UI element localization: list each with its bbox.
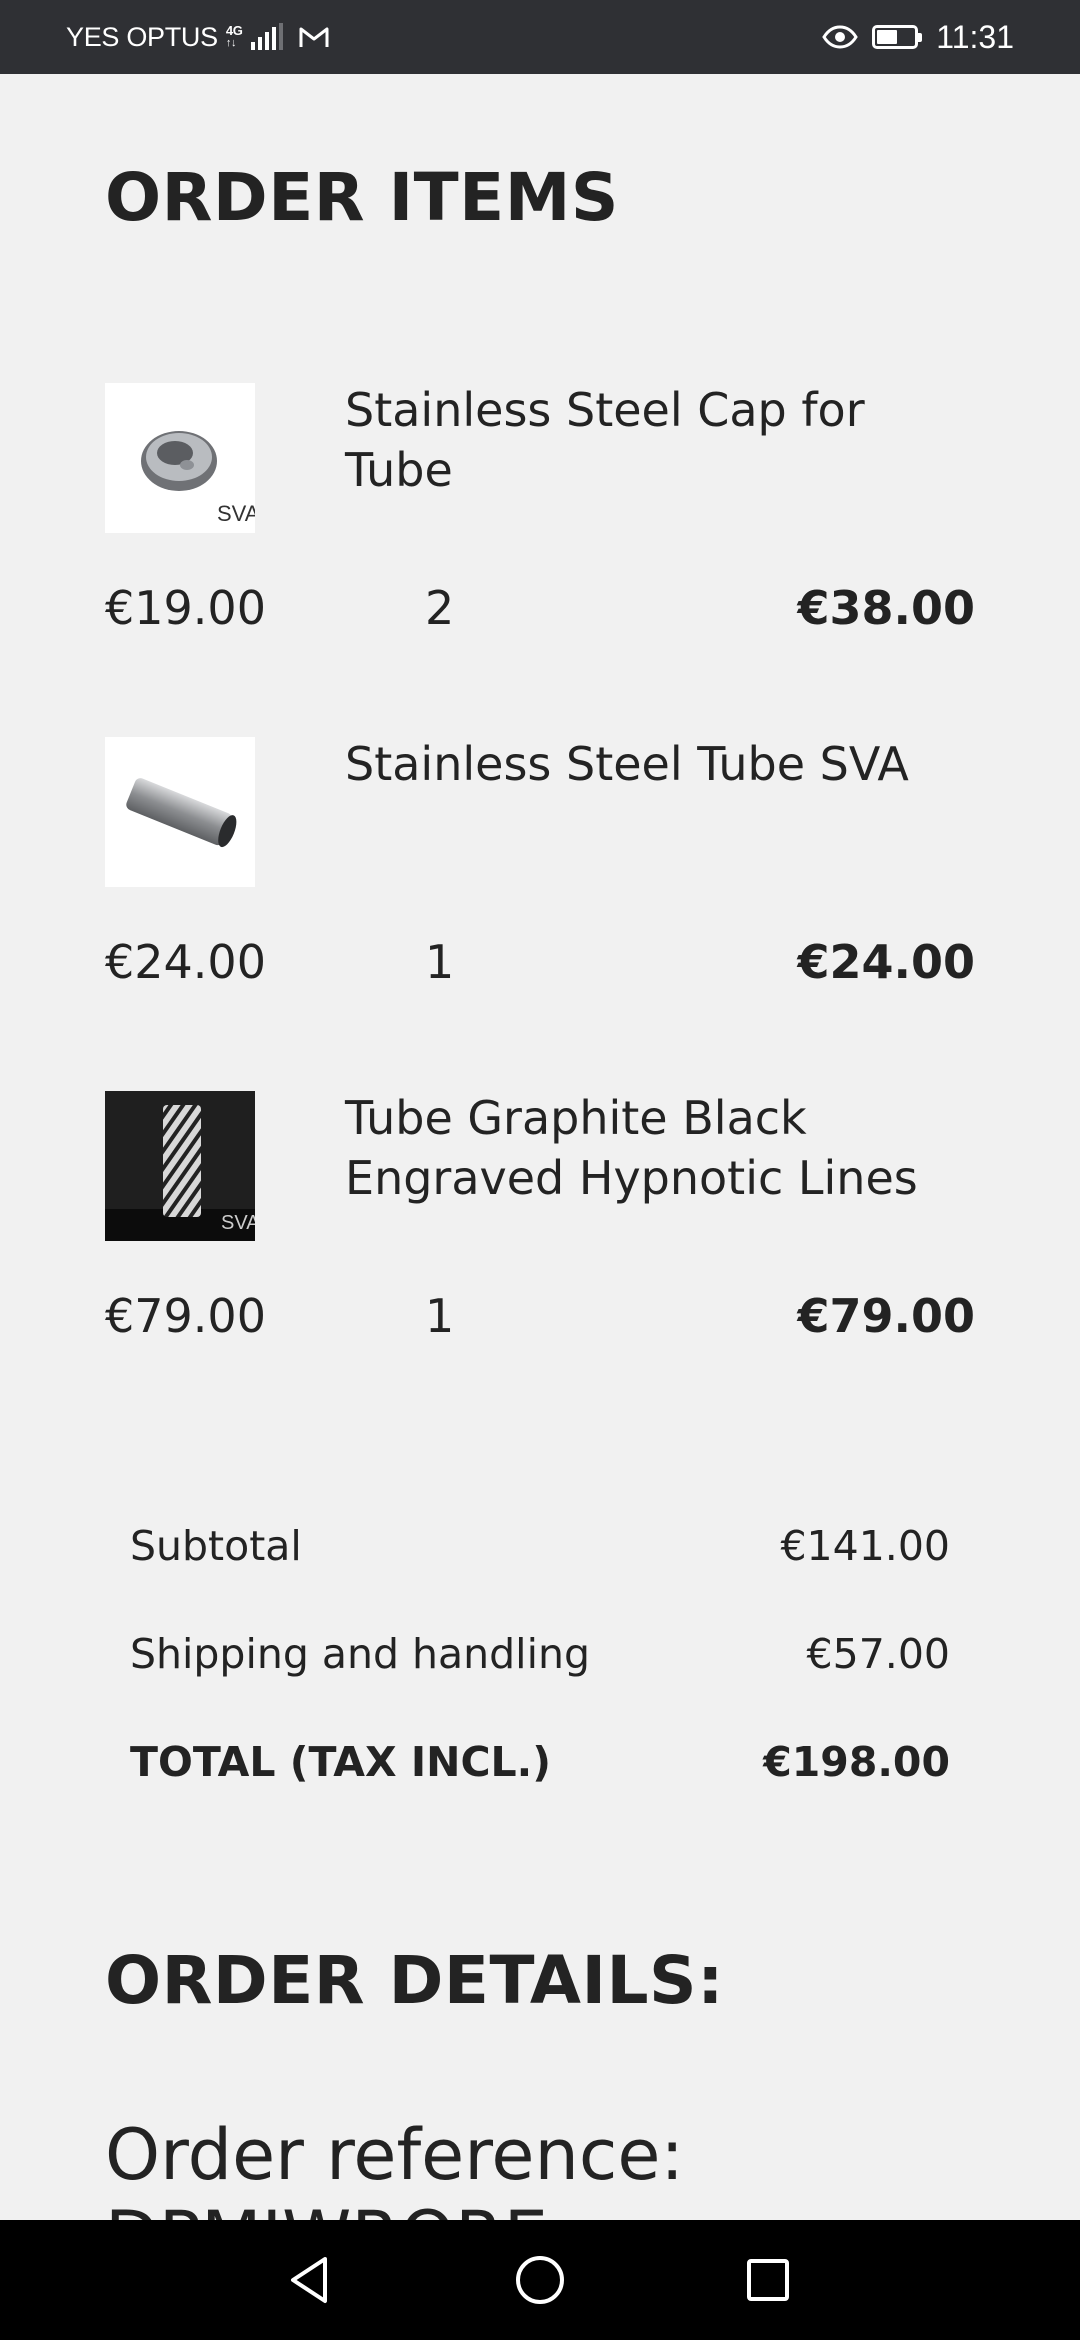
total-row: TOTAL (TAX INCL.) €198.00 [130,1738,950,1786]
item-name[interactable]: Stainless Steel Cap for Tube [345,380,985,500]
item-quantity: 2 [425,581,455,635]
item-name[interactable]: Stainless Steel Tube SVA [345,734,985,794]
item-line-total: €79.00 [797,1289,975,1343]
order-details-heading: ORDER DETAILS: [105,1942,724,2019]
battery-icon [872,25,923,49]
gmail-icon [299,26,329,48]
item-quantity: 1 [425,935,455,989]
item-name[interactable]: Tube Graphite Black Engraved Hypnotic Li… [345,1088,985,1208]
item-line-total: €38.00 [797,581,975,635]
home-icon[interactable] [510,2250,570,2310]
back-icon[interactable] [279,2250,339,2310]
order-reference: Order reference: DPMIWRORE [105,2114,684,2220]
item-quantity: 1 [425,1289,455,1343]
steel-cap-photo[interactable]: SVA [105,383,255,533]
status-right: 11:31 [822,0,1014,74]
carrier-name: YES OPTUS [66,21,218,52]
signal-strength-icon [250,23,283,50]
svg-text:SVA: SVA [217,501,255,526]
item-unit-price: €19.00 [105,581,266,635]
shipping-row: Shipping and handling €57.00 [130,1630,950,1678]
item-unit-price: €79.00 [105,1289,266,1343]
subtotal-value: €141.00 [780,1522,950,1570]
status-left: YES OPTUS 4G ↑↓ [66,0,329,74]
clock: 11:31 [936,18,1014,55]
total-value: €198.00 [763,1738,950,1786]
engraved-tube-photo[interactable]: SVA [105,1091,255,1241]
order-reference-label: Order reference: [105,2114,685,2196]
subtotal-row: Subtotal €141.00 [130,1522,950,1570]
battery-fill [877,30,898,44]
item-unit-price: €24.00 [105,935,266,989]
item-line-total: €24.00 [797,935,975,989]
status-bar: YES OPTUS 4G ↑↓ 11:31 [0,0,1080,74]
recent-apps-icon[interactable] [738,2250,798,2310]
order-items-heading: ORDER ITEMS [105,159,619,236]
navigation-bar [0,2220,1080,2340]
eye-comfort-icon [822,25,859,49]
shipping-label: Shipping and handling [130,1630,590,1678]
network-type: 4G ↑↓ [225,23,243,49]
subtotal-label: Subtotal [130,1522,302,1570]
network-type-label: 4G [225,23,243,38]
order-reference-value: DPMIWRORE [105,2196,684,2220]
svg-text:SVA: SVA [221,1212,255,1234]
steel-tube-photo[interactable] [105,737,255,887]
shipping-value: €57.00 [806,1630,950,1678]
total-label: TOTAL (TAX INCL.) [130,1738,551,1786]
order-content[interactable]: ORDER ITEMS SVA Stainless Steel Cap for … [0,74,1080,2220]
